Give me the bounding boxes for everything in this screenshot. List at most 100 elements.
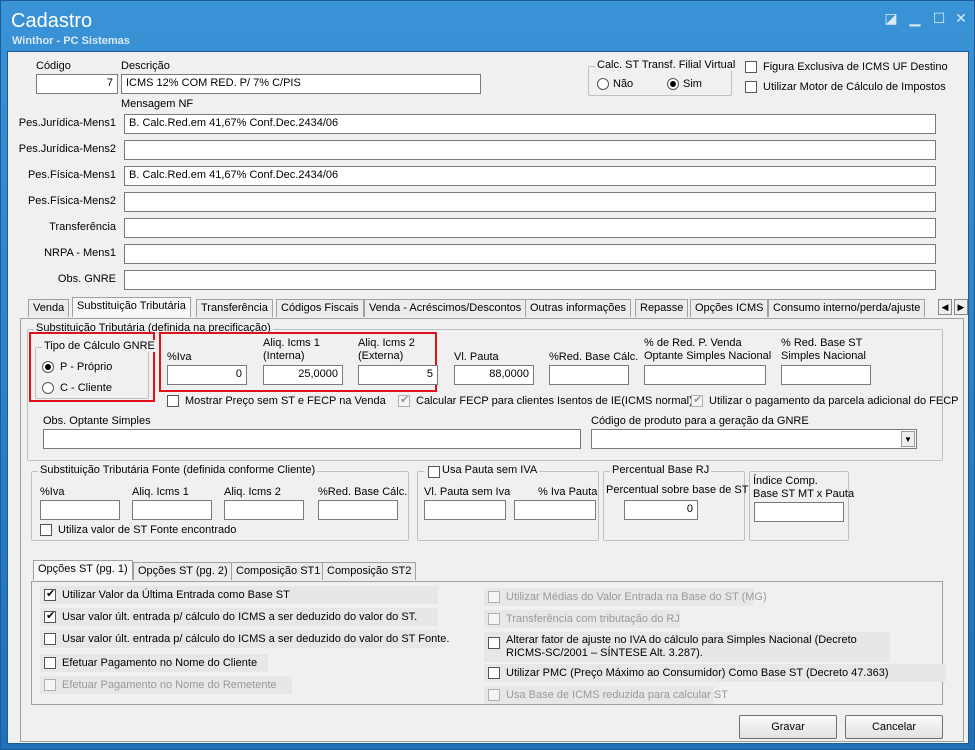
iva-pauta-label: % Iva Pauta <box>538 486 598 498</box>
codigo-input[interactable]: 7 <box>36 74 118 94</box>
opt-right-checkbox-1[interactable] <box>488 591 500 603</box>
redvenda-label: % de Red. P. Venda <box>644 337 742 349</box>
codprod-select[interactable]: ▼ <box>591 429 917 449</box>
obs-simples-input[interactable] <box>43 429 581 449</box>
opt-right-label-3b: RICMS-SC/2001 – SÍNTESE Alt. 3.287). <box>506 647 703 659</box>
pauta-input[interactable]: 88,0000 <box>454 365 534 385</box>
tab-opcoes-icms[interactable]: Opções ICMS <box>690 299 769 317</box>
window-subtitle: Winthor - PC Sistemas <box>12 35 130 47</box>
redsn-input[interactable] <box>781 365 871 385</box>
tab-acrescimos-descontos[interactable]: Venda - Acréscimos/Descontos <box>364 299 527 317</box>
motor-checkbox[interactable] <box>745 81 757 93</box>
msg-input-7[interactable] <box>124 270 936 290</box>
tab-outras-informacoes[interactable]: Outras informações <box>525 299 631 317</box>
msg-input-4[interactable] <box>124 192 936 212</box>
tab-transferencia[interactable]: Transferência <box>196 299 273 317</box>
subtab-composicao-st1[interactable]: Composição ST1 <box>231 562 326 580</box>
maximize-icon[interactable]: ☐ <box>929 9 949 27</box>
indice-input[interactable] <box>754 502 844 522</box>
calc-st-group: Calc. ST Transf. Filial Virtual Não Sim <box>588 59 738 96</box>
iva-pauta-input[interactable] <box>514 500 596 520</box>
opt-left-checkbox-4[interactable] <box>44 657 56 669</box>
indice-group: Índice Comp. Base ST MT x Pauta <box>749 471 854 541</box>
mensagem-label: Mensagem NF <box>121 98 194 110</box>
sim-radio[interactable] <box>667 78 679 90</box>
fecp-checkbox[interactable] <box>398 393 410 407</box>
close-icon[interactable]: ✕ <box>951 9 971 27</box>
opt-right-checkbox-4[interactable] <box>488 667 500 679</box>
restore-icon[interactable]: ◪ <box>881 9 901 27</box>
tab-consumo-interno[interactable]: Consumo interno/perda/ajuste <box>768 299 926 317</box>
fonte-red-label: %Red. Base Cálc. <box>318 486 408 498</box>
aliq2-sublabel: (Externa) <box>358 350 404 362</box>
msg-input-3[interactable]: B. Calc.Red.em 41,67% Conf.Dec.2434/06 <box>124 166 936 186</box>
codprod-label: Código de produto para a geração da GNRE <box>591 415 809 427</box>
proprio-radio[interactable] <box>42 361 54 373</box>
opt-right-checkbox-2[interactable] <box>488 613 500 625</box>
opt-left-checkbox-5[interactable] <box>44 679 56 691</box>
opt-left-label-1: Utilizar Valor da Última Entrada como Ba… <box>62 589 290 601</box>
opt-right-label-3: Alterar fator de ajuste no IVA do cálcul… <box>506 634 857 646</box>
msg-label-5: Transferência <box>49 221 116 233</box>
fonte-aliq1-label: Aliq. Icms 1 <box>132 486 189 498</box>
indice-sublabel: Base ST MT x Pauta <box>753 488 855 500</box>
tab-repasse[interactable]: Repasse <box>635 299 689 317</box>
redvenda-input[interactable] <box>644 365 766 385</box>
chevron-down-icon[interactable]: ▼ <box>901 431 915 447</box>
msg-label-4: Pes.Física-Mens2 <box>27 195 116 207</box>
opt-right-checkbox-3[interactable] <box>488 637 500 649</box>
cancelar-button[interactable]: Cancelar <box>845 715 943 739</box>
figura-checkbox[interactable] <box>745 61 757 73</box>
opt-left-checkbox-3[interactable] <box>44 633 56 645</box>
gravar-button[interactable]: Gravar <box>739 715 837 739</box>
opt-right-checkbox-5[interactable] <box>488 689 500 701</box>
opt-right-label-2: Transferência com tributação do RJ <box>506 613 680 625</box>
iva-input[interactable]: 0 <box>167 365 247 385</box>
tipo-calculo-group: Tipo de Cálculo GNRE P - Próprio C - Cli… <box>35 340 157 399</box>
fonte-aliq2-input[interactable] <box>224 500 304 520</box>
msg-input-6[interactable] <box>124 244 936 264</box>
fonte-iva-label: %Iva <box>40 486 65 498</box>
tab-scroll-right-icon[interactable]: ▶ <box>954 299 968 315</box>
mostrar-checkbox[interactable] <box>167 395 179 407</box>
opt-right-label-5: Usa Base de ICMS reduzida para calcular … <box>506 689 728 701</box>
descricao-label: Descrição <box>121 60 170 72</box>
tab-substituicao-tributaria[interactable]: Substituição Tributária <box>72 297 191 317</box>
redsn-sublabel: Simples Nacional <box>781 350 866 362</box>
window: Cadastro Winthor - PC Sistemas ◪ ▁ ☐ ✕ C… <box>0 0 975 750</box>
pauta-sem-iva-input[interactable] <box>424 500 506 520</box>
nao-radio[interactable] <box>597 78 609 90</box>
fonte-group: Substituição Tributária Fonte (definida … <box>31 464 409 541</box>
fonte-aliq1-input[interactable] <box>132 500 212 520</box>
msg-input-5[interactable] <box>124 218 936 238</box>
subtab-opcoes-st-2[interactable]: Opções ST (pg. 2) <box>133 562 233 580</box>
descricao-input[interactable]: ICMS 12% COM RED. P/ 7% C/PIS <box>121 74 481 94</box>
tab-venda[interactable]: Venda <box>28 299 70 317</box>
rj-input[interactable]: 0 <box>624 500 698 520</box>
opt-left-label-5: Efetuar Pagamento no Nome do Remetente <box>62 679 277 691</box>
fonte-iva-input[interactable] <box>40 500 120 520</box>
mostrar-label: Mostrar Preço sem ST e FECP na Venda <box>185 395 386 407</box>
opt-left-checkbox-1[interactable] <box>44 587 56 601</box>
msg-input-1[interactable]: B. Calc.Red.em 41,67% Conf.Dec.2434/06 <box>124 114 936 134</box>
redbase-label: %Red. Base Cálc. <box>549 351 639 363</box>
msg-input-2[interactable] <box>124 140 936 160</box>
usa-pauta-checkbox[interactable] <box>428 466 440 478</box>
msg-label-2: Pes.Jurídica-Mens2 <box>18 143 116 155</box>
cliente-radio[interactable] <box>42 382 54 394</box>
calc-st-label: Calc. ST Transf. Filial Virtual <box>595 59 738 71</box>
main-tabs: Venda Substituição Tributária Transferên… <box>26 297 968 319</box>
aliq2-input[interactable]: 5 <box>358 365 438 385</box>
fonte-red-input[interactable] <box>318 500 398 520</box>
utiliza-checkbox[interactable] <box>40 524 52 536</box>
aliq1-input[interactable]: 25,0000 <box>263 365 343 385</box>
opt-left-checkbox-2[interactable] <box>44 609 56 623</box>
subtab-composicao-st2[interactable]: Composição ST2 <box>322 562 417 580</box>
tab-codigos-fiscais[interactable]: Códigos Fiscais <box>276 299 364 317</box>
parcela-checkbox[interactable] <box>691 393 703 407</box>
subtab-opcoes-st-1[interactable]: Opções ST (pg. 1) <box>33 560 133 580</box>
redbase-input[interactable] <box>549 365 629 385</box>
msg-label-7: Obs. GNRE <box>57 273 116 285</box>
tab-scroll-left-icon[interactable]: ◀ <box>938 299 952 315</box>
minimize-icon[interactable]: ▁ <box>905 9 925 27</box>
